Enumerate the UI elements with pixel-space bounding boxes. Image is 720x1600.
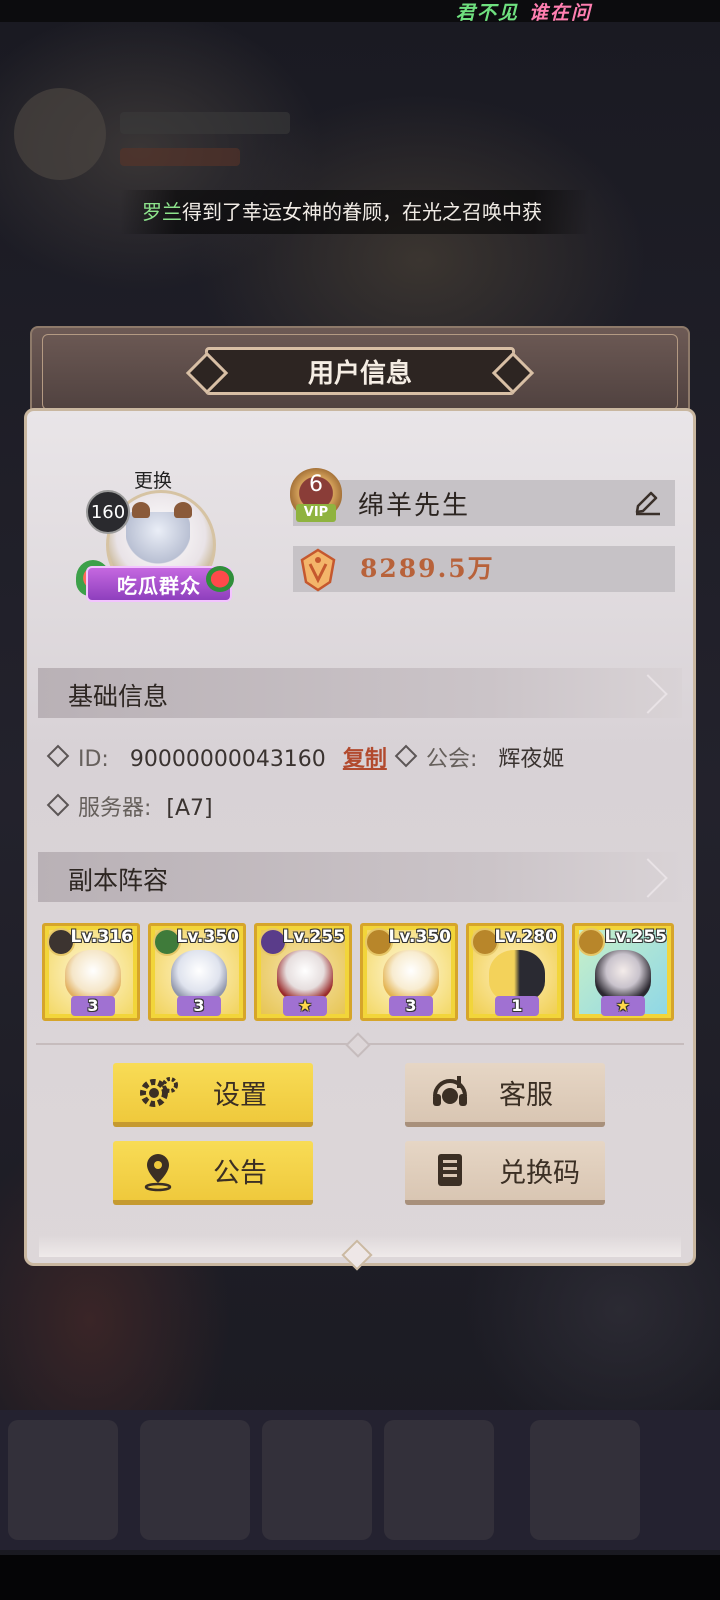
hero-portrait [171,950,227,1002]
guild-value: 辉夜姬 [498,747,565,772]
nickname: 绵羊先生 [358,491,471,521]
header-ornament [628,674,668,714]
hero-star-rank: ★ [283,996,327,1016]
diamond-bullet-icon [394,744,418,768]
hero-card[interactable]: Lv.316 3 [42,923,140,1021]
edit-icon[interactable] [632,486,662,516]
background-nav-tab [530,1420,640,1540]
notice-button[interactable]: 公告 [113,1141,313,1205]
basic-info-header: 基础信息 [38,668,682,718]
diamond-bullet-icon [46,793,70,817]
header-ornament [628,858,668,898]
headset-icon [433,1075,467,1106]
hero-level: Lv.255 [604,927,667,947]
hero-portrait [595,950,651,1002]
hero-portrait [277,950,333,1002]
hero-star-rank: ★ [601,996,645,1016]
panel-title-text: 用户信息 [307,358,412,389]
background-name-bar [120,112,290,134]
background-nav-tab [262,1420,372,1540]
nickname-row [293,480,675,526]
hero-portrait [383,950,439,1002]
hero-level: Lv.350 [388,927,451,947]
hero-card[interactable]: Lv.255 ★ [254,923,352,1021]
hero-card[interactable]: Lv.255 ★ [572,923,674,1021]
notice-label: 公告 [213,1158,267,1189]
location-pin-icon [144,1153,172,1191]
player-level-badge: 160 [86,490,130,534]
hero-star-rank: 3 [71,996,115,1016]
redeem-code-label: 兑换码 [499,1158,580,1189]
server-row: 服务器: [A7] [46,790,213,822]
player-id-row: ID: 90000000043160 复制 [46,741,387,773]
slogan-part-a: 君不见 [455,2,519,24]
change-avatar-label[interactable]: 更换 [134,466,172,493]
slogan: 君不见 谁在问 [456,0,592,26]
marquee-message: 得到了幸运女神的眷顾，在光之召唤中获 [182,200,542,224]
diamond-bullet-icon [46,744,70,768]
basic-info-title: 基础信息 [68,682,169,711]
hero-star-rank: 1 [495,996,539,1016]
background-name-bar-2 [120,148,240,166]
hero-level: Lv.255 [282,927,345,947]
navigation-bar [0,1555,720,1600]
background-nav-tab [140,1420,250,1540]
hero-card[interactable]: Lv.280 1 [466,923,564,1021]
watermelon-slice-icon [206,566,234,592]
vip-tag: VIP [296,504,336,522]
guild-row: 公会: 辉夜姬 [394,741,565,773]
hero-level: Lv.350 [176,927,239,947]
id-label: ID: [78,747,109,772]
settings-button[interactable]: 设置 [113,1063,313,1127]
hero-star-rank: 3 [177,996,221,1016]
guild-label: 公会: [426,747,478,772]
vip-level: 6 [309,472,323,497]
lineup-title: 副本阵容 [68,866,169,895]
hero-level: Lv.280 [494,927,557,947]
server-value: [A7] [166,796,213,821]
avatar-character [126,512,190,574]
gear-icon [140,1076,178,1107]
hero-portrait [65,950,121,1002]
id-value: 90000000043160 [129,747,326,772]
slogan-part-b: 谁在问 [528,2,592,24]
hero-level: Lv.316 [70,927,133,947]
element-icon [577,928,605,956]
redeem-code-button[interactable]: 兑换码 [405,1141,605,1205]
lineup-header: 副本阵容 [38,852,682,902]
customer-service-button[interactable]: 客服 [405,1063,605,1127]
gold-amount: 8289.5万 [360,554,495,583]
server-label: 服务器: [78,796,152,821]
horn-icon [174,502,192,518]
background-nav-tab [384,1420,494,1540]
announcement-marquee: 罗兰得到了幸运女神的眷顾，在光之召唤中获 [120,190,590,234]
hero-card[interactable]: Lv.350 3 [148,923,246,1021]
gold-emblem-icon [300,548,336,592]
hero-card[interactable]: Lv.350 3 [360,923,458,1021]
background-avatar [14,88,106,180]
copy-id-button[interactable]: 复制 [343,747,387,772]
hero-portrait [489,950,545,1002]
horn-icon [132,502,150,518]
background-nav-tab [8,1420,118,1540]
panel-title: 用户信息 [205,347,515,395]
customer-service-label: 客服 [499,1080,553,1111]
settings-label: 设置 [213,1080,267,1111]
marquee-player-name: 罗兰 [142,200,182,224]
hero-star-rank: 3 [389,996,433,1016]
status-bar [0,0,720,22]
vip-badge: 6 VIP [286,466,346,530]
document-icon [438,1153,462,1186]
